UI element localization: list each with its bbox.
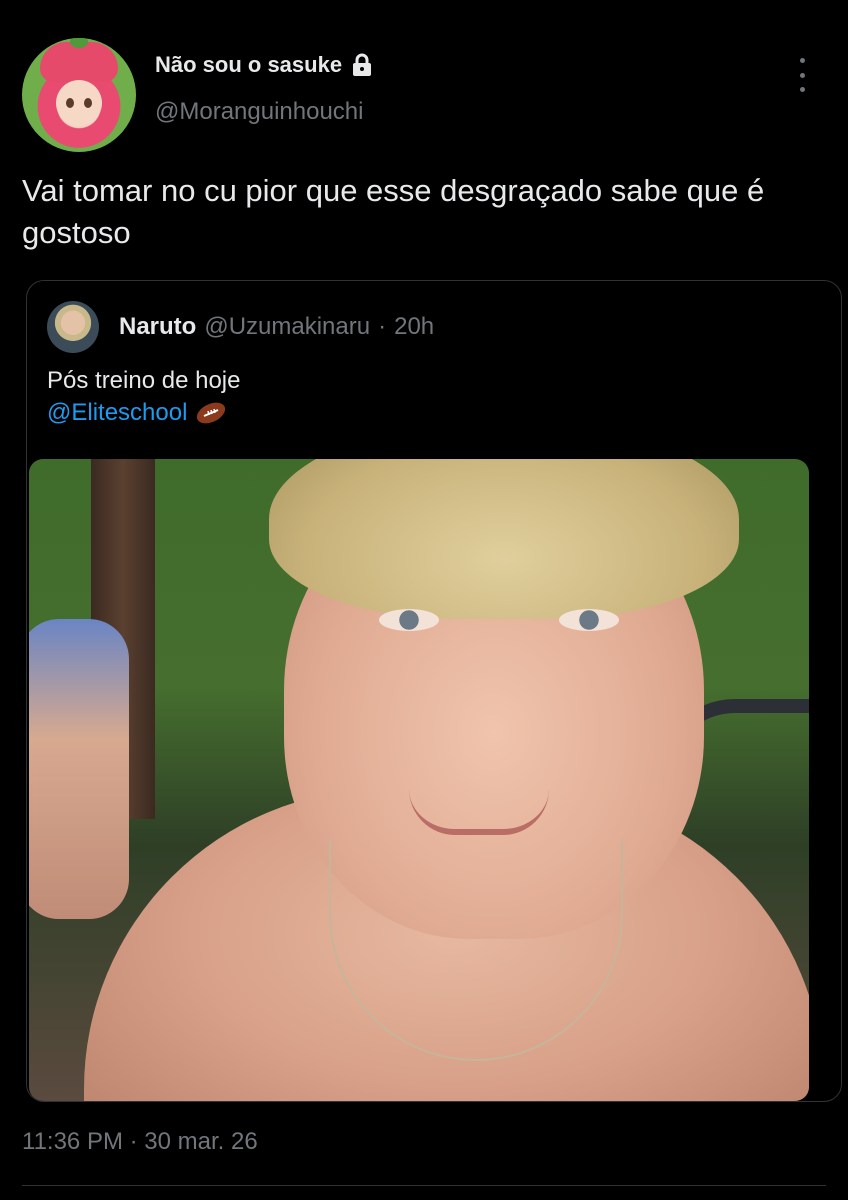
more-vertical-icon[interactable] [790,58,814,92]
photo-right-eye [559,609,619,631]
tweet-time[interactable]: 11:36 PM [22,1128,123,1155]
quoted-author-avatar[interactable] [47,301,99,353]
photo-hair [269,459,739,619]
tweet-timestamp[interactable]: 11:36 PM · 30 mar. 26 [22,1128,258,1156]
photo-background-person-arm [29,619,129,919]
author-handle[interactable]: @Moranguinhouchi [155,98,364,126]
quoted-tweet[interactable]: Naruto @Uzumakinaru · 20h Pós treino de … [26,280,842,1102]
photo-left-eye [379,609,439,631]
quoted-display-name[interactable]: Naruto [119,313,196,341]
quoted-time-ago[interactable]: 20h [394,313,434,341]
divider [22,1185,826,1186]
tweet-timestamp-separator: · [129,1128,138,1155]
american-football-icon [195,400,227,426]
tweet-text: Vai tomar no cu pior que esse desgraçado… [22,173,765,250]
quoted-header: Naruto @Uzumakinaru · 20h [119,313,434,341]
tweet-date[interactable]: 30 mar. 26 [144,1128,257,1155]
quoted-handle[interactable]: @Uzumakinaru [204,313,370,341]
quoted-mention-row: @Eliteschool [47,397,227,429]
quoted-photo[interactable] [29,459,809,1101]
lock-icon [350,53,374,77]
author-avatar[interactable] [22,38,136,152]
author-display-name[interactable]: Não sou o sasuke [155,52,342,78]
quoted-separator: · [378,313,387,340]
quoted-mention-link[interactable]: @Eliteschool [47,397,187,429]
author-display-name-row[interactable]: Não sou o sasuke [155,52,374,78]
avatar-face [56,80,102,126]
avatar-hat [40,38,118,82]
quoted-text: Pós treino de hoje [47,367,241,394]
